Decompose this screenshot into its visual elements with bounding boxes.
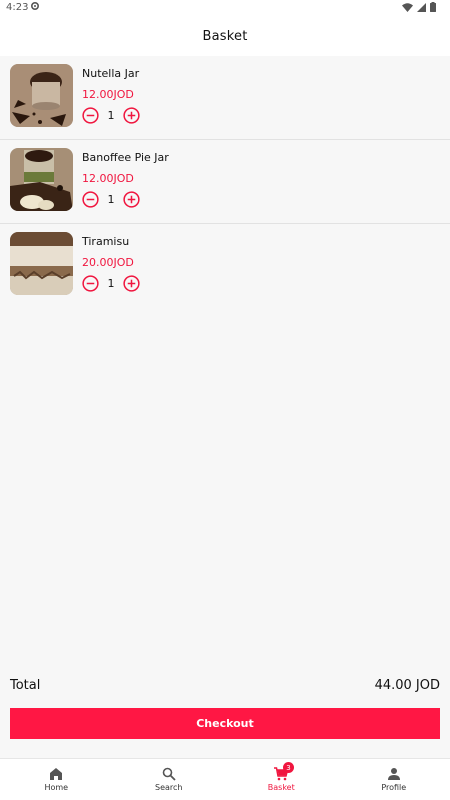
basket-item: Banoffee Pie Jar 12.00JOD 1	[0, 140, 450, 224]
quantity-value: 1	[107, 108, 115, 122]
product-image	[10, 64, 73, 127]
total-value: 44.00 JOD	[374, 677, 440, 693]
increase-quantity-icon[interactable]	[123, 190, 140, 208]
nav-label-profile: Profile	[381, 783, 407, 792]
nav-label-search: Search	[155, 783, 183, 792]
increase-quantity-icon[interactable]	[123, 274, 140, 292]
basket-item-list: Nutella Jar 12.00JOD 1 Banoffee Pie Jar …	[0, 56, 450, 308]
product-name: Nutella Jar	[82, 67, 140, 80]
product-price: 12.00JOD	[82, 88, 134, 101]
basket-item: Nutella Jar 12.00JOD 1	[0, 56, 450, 140]
cellular-signal-icon	[417, 2, 426, 12]
nav-item-home[interactable]: Home	[0, 759, 113, 800]
decrease-quantity-icon[interactable]	[82, 106, 99, 124]
basket-item: Tiramisu 20.00JOD 1	[0, 224, 450, 308]
decrease-quantity-icon[interactable]	[82, 190, 99, 208]
product-image	[10, 232, 73, 295]
status-bar: 4:23	[0, 0, 450, 16]
nav-label-home: Home	[44, 783, 69, 792]
increase-quantity-icon[interactable]	[123, 106, 140, 124]
quantity-stepper: 1	[82, 106, 140, 124]
wifi-icon	[402, 2, 413, 12]
settings-gear-icon	[30, 1, 40, 11]
product-price: 12.00JOD	[82, 172, 134, 185]
decrease-quantity-icon[interactable]	[82, 274, 99, 292]
nav-label-basket: Basket	[267, 783, 295, 792]
product-name: Tiramisu	[82, 235, 130, 248]
product-name: Banoffee Pie Jar	[82, 151, 169, 164]
nav-item-search[interactable]: Search	[113, 759, 226, 800]
status-time: 4:23	[6, 2, 29, 13]
basket-count-badge: 3	[283, 762, 294, 773]
battery-icon	[430, 2, 436, 12]
product-price: 20.00JOD	[82, 256, 134, 269]
nav-item-profile[interactable]: Profile	[338, 759, 450, 800]
product-image	[10, 148, 73, 211]
home-icon	[50, 768, 63, 780]
quantity-value: 1	[107, 192, 115, 206]
page-title: Basket	[202, 28, 248, 44]
total-row: Total 44.00 JOD	[10, 675, 440, 695]
search-icon	[162, 767, 176, 781]
status-icons	[402, 2, 436, 12]
total-label: Total	[10, 677, 41, 693]
quantity-stepper: 1	[82, 190, 140, 208]
quantity-stepper: 1	[82, 274, 140, 292]
person-icon	[387, 768, 400, 780]
checkout-button[interactable]: Checkout	[10, 708, 440, 739]
app-bar: Basket	[0, 16, 450, 56]
bottom-navigation: Home Search 3 Basket Profile	[0, 758, 450, 800]
quantity-value: 1	[107, 276, 115, 290]
nav-item-basket[interactable]: 3 Basket	[225, 759, 338, 800]
